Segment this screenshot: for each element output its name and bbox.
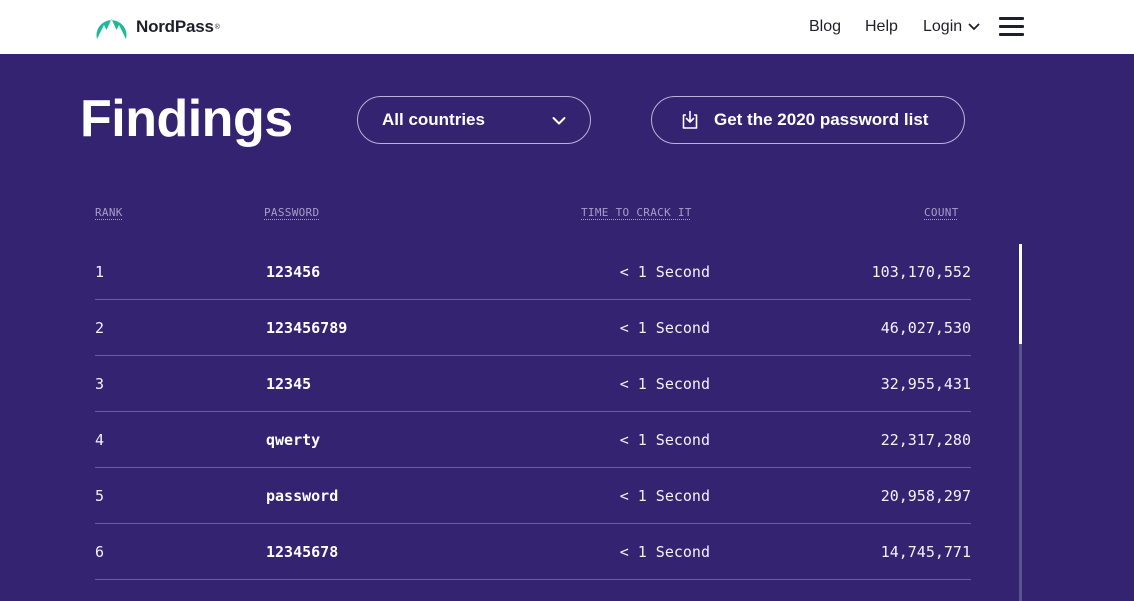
password-cell: 123456789 xyxy=(266,319,348,337)
login-dropdown[interactable]: Login xyxy=(923,0,980,54)
count-cell: 103,170,552 xyxy=(871,263,971,281)
table-row: 4 qwerty < 1 Second 22,317,280 xyxy=(95,412,971,468)
registered-mark: ® xyxy=(214,23,220,31)
time-to-crack-cell: < 1 Second xyxy=(619,543,710,561)
nordpass-logo[interactable]: NordPass ® xyxy=(95,13,220,41)
table-row: 6 12345678 < 1 Second 14,745,771 xyxy=(95,524,971,580)
column-header-password[interactable]: PASSWORD xyxy=(264,206,319,219)
country-select-value: All countries xyxy=(382,110,485,129)
password-cell: 12345 xyxy=(266,375,312,393)
password-cell: 123456 xyxy=(266,263,321,281)
country-select[interactable]: All countries xyxy=(357,96,591,144)
download-password-list-button[interactable]: Get the 2020 password list xyxy=(651,96,965,144)
password-table: 1 123456 < 1 Second 103,170,552 2 123456… xyxy=(95,244,971,580)
page-title: Findings xyxy=(80,90,293,148)
top-navigation-bar: NordPass ® Blog Help Login xyxy=(0,0,1134,54)
column-header-time-to-crack[interactable]: TIME TO CRACK IT xyxy=(581,206,692,219)
brand-name: NordPass xyxy=(136,17,214,36)
column-header-count[interactable]: COUNT xyxy=(924,206,959,219)
table-row: 3 12345 < 1 Second 32,955,431 xyxy=(95,356,971,412)
nordpass-logo-icon xyxy=(96,19,127,39)
rank-cell: 6 xyxy=(95,543,105,561)
rank-cell: 5 xyxy=(95,487,105,505)
time-to-crack-cell: < 1 Second xyxy=(619,263,710,281)
download-button-label: Get the 2020 password list xyxy=(714,110,929,129)
hamburger-menu-icon[interactable] xyxy=(999,17,1024,37)
column-header-rank[interactable]: RANK xyxy=(95,206,123,219)
rank-cell: 1 xyxy=(95,263,105,281)
table-row: 2 123456789 < 1 Second 46,027,530 xyxy=(95,300,971,356)
count-cell: 22,317,280 xyxy=(880,431,971,449)
chevron-down-icon xyxy=(968,23,980,30)
count-cell: 20,958,297 xyxy=(880,487,971,505)
table-row: 1 123456 < 1 Second 103,170,552 xyxy=(95,244,971,300)
login-label: Login xyxy=(923,18,963,35)
table-scrollbar-thumb[interactable] xyxy=(1019,244,1022,344)
table-row: 5 password < 1 Second 20,958,297 xyxy=(95,468,971,524)
rank-cell: 4 xyxy=(95,431,105,449)
count-cell: 14,745,771 xyxy=(880,543,971,561)
password-cell: qwerty xyxy=(266,431,321,449)
count-cell: 46,027,530 xyxy=(880,319,971,337)
count-cell: 32,955,431 xyxy=(880,375,971,393)
password-cell: 12345678 xyxy=(266,543,339,561)
time-to-crack-cell: < 1 Second xyxy=(619,431,710,449)
chevron-down-icon xyxy=(552,117,566,125)
time-to-crack-cell: < 1 Second xyxy=(619,375,710,393)
rank-cell: 2 xyxy=(95,319,105,337)
download-icon xyxy=(682,110,698,129)
rank-cell: 3 xyxy=(95,375,105,393)
nav-link-help[interactable]: Help xyxy=(865,0,898,54)
password-cell: password xyxy=(266,487,339,505)
time-to-crack-cell: < 1 Second xyxy=(619,319,710,337)
time-to-crack-cell: < 1 Second xyxy=(619,487,710,505)
nav-link-blog[interactable]: Blog xyxy=(809,0,841,54)
